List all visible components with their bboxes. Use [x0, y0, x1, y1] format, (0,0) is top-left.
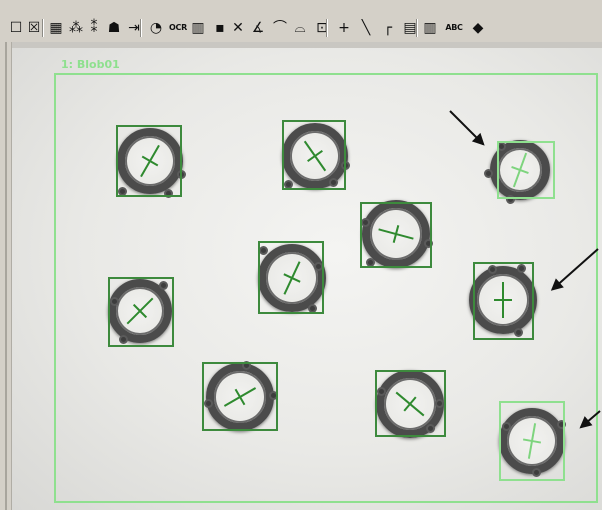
spot-tool[interactable]: ⊡ — [312, 18, 332, 38]
delete-region-tool[interactable]: ☒ — [24, 18, 44, 38]
part-tab — [484, 169, 493, 178]
canvas-top-edge — [12, 42, 602, 48]
circle-fit-tool[interactable]: ⌒ — [270, 18, 290, 38]
toolbar: ☐ ☒ ▦ ⁂ ⁑ ☗ ⇥ ◔ OCR ▥ ▪ ✕ ∡ ⌒ ⌓ ⊡ + ╲ ┌ ▤ ▥ ABC ◆ — [0, 0, 602, 43]
dial-tool[interactable]: ◔ — [146, 18, 166, 38]
caliper-tool[interactable]: ⇥ — [124, 18, 144, 38]
grid-tool[interactable]: ▤ — [400, 18, 420, 38]
roi-label: 1: Blob01 — [61, 58, 120, 71]
ocr-tool[interactable]: OCR — [168, 18, 188, 38]
line-tool[interactable]: ╲ — [356, 18, 376, 38]
toolbar-separator — [416, 19, 417, 37]
intersection-tool[interactable]: ✕ — [228, 18, 248, 38]
verify-tool[interactable]: ▥ — [420, 18, 440, 38]
left-ruler — [0, 42, 12, 510]
toolbar-separator — [42, 19, 43, 37]
blob-tool[interactable]: ⁂ — [66, 18, 86, 38]
point-tool[interactable]: + — [334, 18, 354, 38]
search-tool[interactable]: ⁑ — [84, 18, 104, 38]
color-tool[interactable]: ▪ — [210, 18, 230, 38]
toolbar-separator — [326, 19, 327, 37]
toolbar-separator — [140, 19, 141, 37]
arc-tool[interactable]: ⌓ — [290, 18, 310, 38]
barcode-tool[interactable]: ▥ — [188, 18, 208, 38]
bracket-tool[interactable]: ┌ — [378, 18, 398, 38]
blob-minor-axis — [494, 299, 512, 301]
shape-tool[interactable]: ☗ — [104, 18, 124, 38]
abc-text-tool[interactable]: ABC — [444, 18, 464, 38]
rectangle-tool[interactable]: ☐ — [6, 18, 26, 38]
blob-bounding-box[interactable] — [497, 141, 555, 199]
color-match-tool[interactable]: ◆ — [468, 18, 488, 38]
angle-tool[interactable]: ∡ — [248, 18, 268, 38]
left-ruler-line — [5, 42, 7, 510]
pattern-tool[interactable]: ▦ — [46, 18, 66, 38]
